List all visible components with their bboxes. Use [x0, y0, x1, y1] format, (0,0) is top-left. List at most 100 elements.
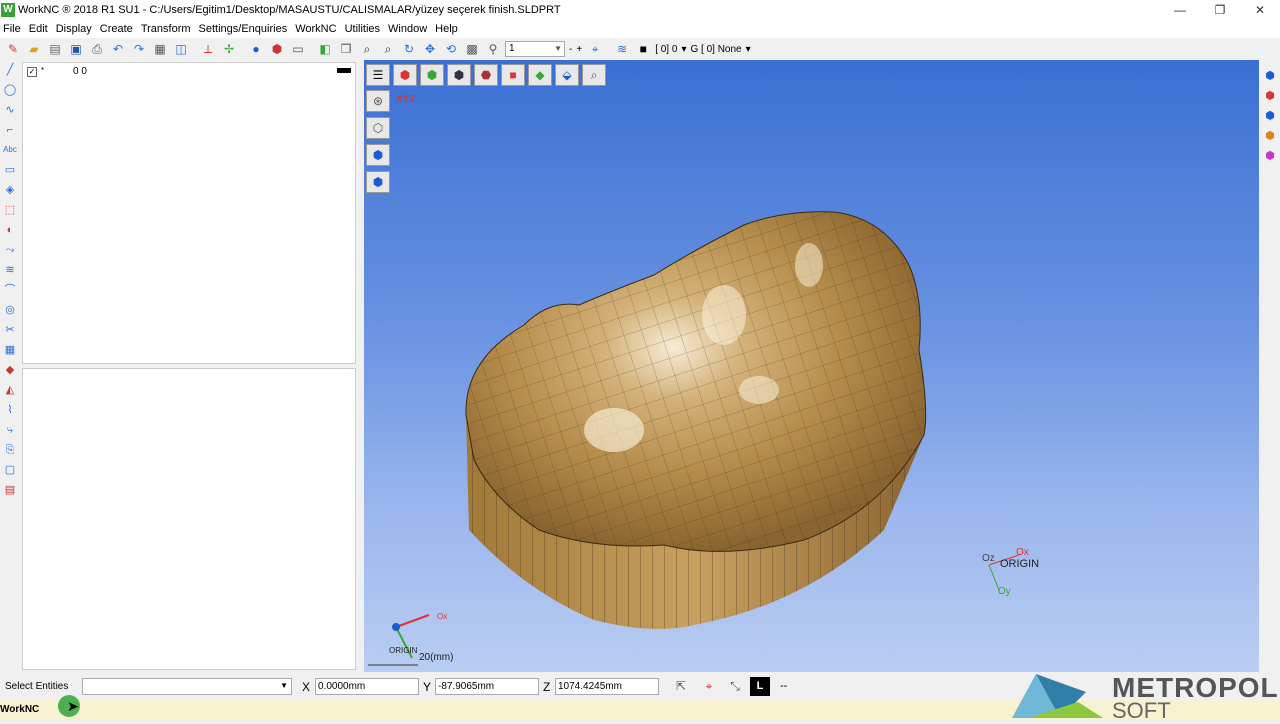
text-icon[interactable]: Abc: [2, 142, 18, 158]
menu-worknc[interactable]: WorkNC: [292, 23, 341, 35]
menu-transform[interactable]: Transform: [138, 23, 196, 35]
menu-file[interactable]: File: [0, 23, 26, 35]
fit-icon[interactable]: ▩: [463, 40, 481, 58]
view-iso-icon[interactable]: ⬢: [1262, 68, 1278, 84]
pick-icon[interactable]: ⤡: [726, 679, 744, 695]
toolpath-icon[interactable]: ⤷: [2, 422, 18, 438]
orbit-icon[interactable]: ⟲: [442, 40, 460, 58]
right-tool-strip: ⬢ ⬢ ⬢ ⬢ ⬢: [1260, 60, 1280, 672]
x-coordinate-field[interactable]: 0.0000mm: [315, 678, 419, 695]
print-icon[interactable]: ⎙: [88, 40, 106, 58]
view-side-icon[interactable]: ⬢: [1262, 128, 1278, 144]
layers-stack-icon[interactable]: ≋: [613, 40, 631, 58]
project-icon[interactable]: ⎘: [2, 442, 18, 458]
window-title: WorkNC ® 2018 R1 SU1 - C:/Users/Egitim1/…: [18, 4, 561, 16]
sweep-icon[interactable]: ⤳: [2, 242, 18, 258]
revolve-icon[interactable]: ◐: [2, 222, 18, 238]
boundary-icon[interactable]: ▢: [2, 462, 18, 478]
origin-oy-label: Oy: [998, 586, 1011, 597]
group-dropdown-arrow[interactable]: ▾: [746, 44, 751, 55]
layer-color-swatch[interactable]: [337, 68, 351, 73]
menu-utilities[interactable]: Utilities: [342, 23, 385, 35]
select-entities-label: Select Entities: [5, 681, 69, 692]
extrude-icon[interactable]: ⬚: [2, 202, 18, 218]
close-button[interactable]: ✕: [1240, 0, 1280, 20]
origin-ox-label: Ox: [1016, 547, 1029, 558]
x-label: X: [302, 680, 311, 694]
surface-icon[interactable]: ◈: [2, 182, 18, 198]
select-entities-combo[interactable]: ▼: [82, 678, 292, 695]
import-icon[interactable]: ▤: [46, 40, 64, 58]
triad-ox-label: Ox: [437, 612, 448, 621]
layer-label[interactable]: 0 0: [73, 66, 87, 77]
spline-icon[interactable]: ∿: [2, 102, 18, 118]
render-icon[interactable]: ▭: [289, 40, 307, 58]
snap-icon[interactable]: ⌖: [586, 40, 604, 58]
zoom-minus[interactable]: -: [569, 44, 572, 55]
z-label: Z: [543, 680, 551, 694]
menu-settings[interactable]: Settings/Enquiries: [196, 23, 293, 35]
view-top-icon[interactable]: ⬢: [1262, 108, 1278, 124]
filter-icon[interactable]: ⚲: [484, 40, 502, 58]
l-button[interactable]: L: [750, 677, 770, 696]
snap-mode-icon[interactable]: ⇱: [672, 679, 690, 695]
menu-display[interactable]: Display: [53, 23, 97, 35]
grid-icon[interactable]: ▦: [151, 40, 169, 58]
copy-icon[interactable]: ❐: [337, 40, 355, 58]
layer-dropdown-arrow[interactable]: ▾: [681, 44, 686, 55]
shade-icon[interactable]: ⬢: [268, 40, 286, 58]
current-group[interactable]: G [ 0] None: [690, 44, 741, 55]
curve-icon[interactable]: ⌇: [2, 402, 18, 418]
minimize-button[interactable]: —: [1160, 0, 1200, 20]
csys-icon[interactable]: ✢: [220, 40, 238, 58]
triad-origin-label: ORIGIN: [389, 646, 418, 655]
view-icon[interactable]: ◫: [172, 40, 190, 58]
title-bar: W WorkNC ® 2018 R1 SU1 - C:/Users/Egitim…: [0, 0, 1280, 20]
menu-window[interactable]: Window: [385, 23, 432, 35]
layer-visibility-checkbox[interactable]: ✓: [27, 67, 37, 77]
offset-icon[interactable]: ◎: [2, 302, 18, 318]
zoom-window-icon[interactable]: ⌕: [379, 40, 397, 58]
polyline-icon[interactable]: ⌐: [2, 122, 18, 138]
fillet-icon[interactable]: ⌒: [2, 282, 18, 298]
layer-icon[interactable]: ◧: [316, 40, 334, 58]
line-icon[interactable]: ╱: [2, 62, 18, 78]
pan-icon[interactable]: ✥: [421, 40, 439, 58]
axes-icon[interactable]: ⟂: [199, 40, 217, 58]
y-coordinate-field[interactable]: -87.9065mm: [435, 678, 539, 695]
z-coordinate-field[interactable]: 1074.4245mm: [555, 678, 659, 695]
circle-icon[interactable]: ◯: [2, 82, 18, 98]
menu-create[interactable]: Create: [97, 23, 138, 35]
origin-label: ORIGIN: [1000, 558, 1040, 570]
zoom-icon[interactable]: ⌕: [358, 40, 376, 58]
rotate-icon[interactable]: ↻: [400, 40, 418, 58]
left-tool-strip: ╱ ◯ ∿ ⌐ Abc ▭ ◈ ⬚ ◐ ⤳ ≋ ⌒ ◎ ✂ ▦ ◆ ◭ ⌇ ⤷ …: [0, 60, 20, 672]
measure-icon[interactable]: ◆: [2, 362, 18, 378]
mesh-icon[interactable]: ▦: [2, 342, 18, 358]
brand-logo: METROPOL SOFT: [1008, 672, 1280, 723]
analysis-icon[interactable]: ◭: [2, 382, 18, 398]
3d-viewport[interactable]: ☰ ⬢ ⬢ ⬢ ⬣ ■ ◆ ⬙ ⌕ ⊛ ⬡ ⬢ ⬢ XYZ Ox ORIGIN …: [364, 60, 1259, 672]
open-icon[interactable]: ▰: [25, 40, 43, 58]
main-toolbar: ✎ ▰ ▤ ▣ ⎙ ↶ ↷ ▦ ◫ ⟂ ✢ ● ⬢ ▭ ◧ ❐ ⌕ ⌕ ↻ ✥ …: [0, 38, 1280, 60]
plane-icon[interactable]: ▭: [2, 162, 18, 178]
undo-icon[interactable]: ↶: [109, 40, 127, 58]
face-model[interactable]: [364, 60, 1259, 672]
zoom-combo[interactable]: 1 ▼: [505, 41, 565, 57]
zoom-plus[interactable]: +: [576, 44, 582, 55]
sphere-icon[interactable]: ●: [247, 40, 265, 58]
menu-edit[interactable]: Edit: [26, 23, 53, 35]
loft-icon[interactable]: ≋: [2, 262, 18, 278]
target-icon[interactable]: ⌖: [700, 679, 718, 695]
view-front-icon[interactable]: ⬢: [1262, 88, 1278, 104]
trim-icon[interactable]: ✂: [2, 322, 18, 338]
save-icon[interactable]: ▣: [67, 40, 85, 58]
view-custom-icon[interactable]: ⬢: [1262, 148, 1278, 164]
redo-icon[interactable]: ↷: [130, 40, 148, 58]
new-icon[interactable]: ✎: [4, 40, 22, 58]
current-layer[interactable]: [ 0] 0: [655, 44, 677, 55]
stock-icon[interactable]: ▤: [2, 482, 18, 498]
menu-help[interactable]: Help: [432, 23, 463, 35]
color-square-icon[interactable]: ■: [634, 40, 652, 58]
maximize-button[interactable]: ❐: [1200, 0, 1240, 20]
